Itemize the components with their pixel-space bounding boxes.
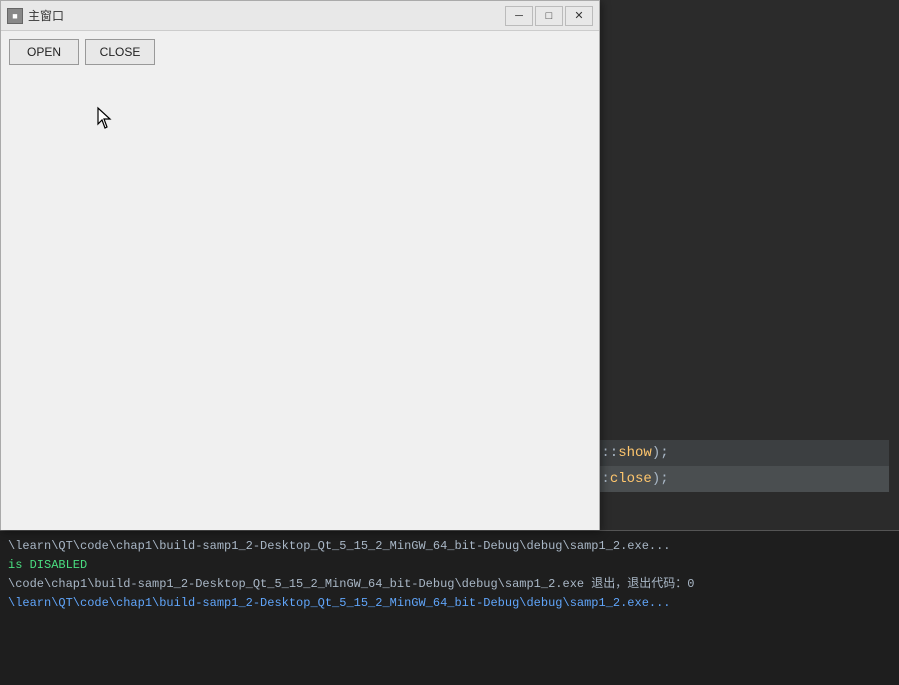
title-bar-controls: ─ □ ✕	[505, 6, 593, 26]
title-bar: ■ 主窗口 ─ □ ✕	[1, 1, 599, 31]
window-icon: ■	[7, 8, 23, 24]
minimize-button[interactable]: ─	[505, 6, 533, 26]
output-line1: \learn\QT\code\chap1\build-samp1_2-Deskt…	[8, 537, 891, 556]
output-line4: \learn\QT\code\chap1\build-samp1_2-Deskt…	[8, 594, 891, 613]
output-content: \learn\QT\code\chap1\build-samp1_2-Deskt…	[0, 531, 899, 619]
open-button[interactable]: OPEN	[9, 39, 79, 65]
code-editor-background: t::show); ::close);	[579, 0, 899, 530]
title-bar-left: ■ 主窗口	[7, 7, 64, 24]
main-window: ■ 主窗口 ─ □ ✕ OPEN CLOSE	[0, 0, 600, 530]
output-line2: is DISABLED	[8, 556, 891, 575]
toolbar-row: OPEN CLOSE	[9, 39, 591, 65]
output-line3: \code\chap1\build-samp1_2-Desktop_Qt_5_1…	[8, 575, 891, 594]
maximize-button[interactable]: □	[535, 6, 563, 26]
window-client-area: OPEN CLOSE	[1, 31, 599, 530]
window-close-button[interactable]: ✕	[565, 6, 593, 26]
mouse-cursor	[96, 106, 116, 130]
output-panel: \learn\QT\code\chap1\build-samp1_2-Deskt…	[0, 530, 899, 685]
close-button[interactable]: CLOSE	[85, 39, 155, 65]
window-title: 主窗口	[28, 7, 64, 24]
